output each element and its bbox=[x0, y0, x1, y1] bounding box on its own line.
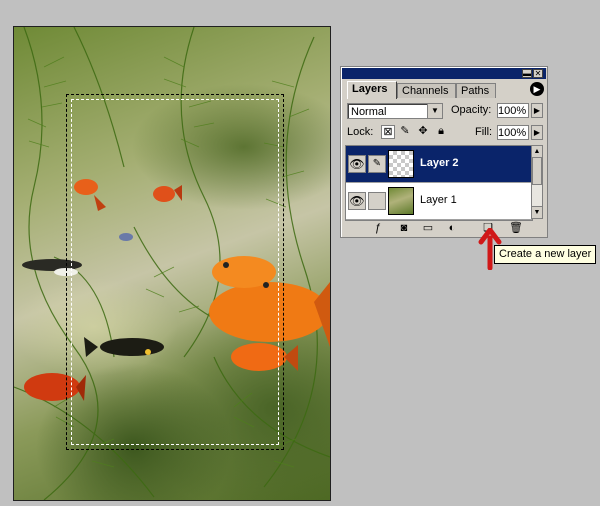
layer-name: Layer 2 bbox=[420, 157, 459, 169]
blend-mode-select[interactable]: Normal ▼ bbox=[347, 103, 443, 119]
close-icon[interactable]: ✕ bbox=[533, 69, 543, 78]
tab-paths[interactable]: Paths bbox=[456, 83, 496, 98]
link-box[interactable] bbox=[368, 192, 386, 210]
lock-image-icon[interactable]: ✎ bbox=[399, 125, 411, 137]
layer-mask-icon[interactable]: ◙ bbox=[397, 221, 411, 235]
trash-icon[interactable]: 🗑︎ bbox=[509, 221, 523, 235]
layers-scrollbar[interactable]: ▲ ▼ bbox=[531, 145, 543, 219]
opacity-label: Opacity: bbox=[451, 104, 492, 116]
layer-thumbnail bbox=[388, 187, 414, 215]
adjustment-layer-icon[interactable]: ◐ bbox=[445, 221, 459, 235]
lock-all-icon[interactable]: 🔒︎ bbox=[435, 125, 447, 137]
scroll-down-icon[interactable]: ▼ bbox=[532, 206, 542, 218]
document-canvas[interactable] bbox=[13, 26, 331, 501]
fill-input[interactable]: 100% bbox=[497, 125, 529, 140]
fill-slider-icon[interactable]: ▶ bbox=[531, 125, 543, 140]
layers-list: 👁︎ ✎ Layer 2 👁︎ Layer 1 bbox=[345, 145, 533, 221]
blend-mode-value: Normal bbox=[351, 106, 387, 118]
lock-fill-row: Lock: ⊠ ✎ ✥ 🔒︎ Fill: 100% ▶ bbox=[345, 125, 543, 141]
brush-icon[interactable]: ✎ bbox=[368, 155, 386, 173]
tooltip: Create a new layer bbox=[494, 245, 597, 264]
palette-tabs: Layers Channels Paths ▶ bbox=[343, 81, 545, 99]
scroll-thumb[interactable] bbox=[532, 157, 542, 185]
marquee-selection bbox=[66, 94, 284, 450]
layer-style-icon[interactable]: ƒ bbox=[371, 221, 385, 235]
new-group-icon[interactable]: ▭ bbox=[421, 221, 435, 235]
palette-bottom-bar: ƒ ◙ ▭ ◐ ❑ 🗑︎ bbox=[345, 221, 543, 235]
eye-icon[interactable]: 👁︎ bbox=[348, 192, 366, 210]
lock-transparency-icon[interactable]: ⊠ bbox=[381, 125, 395, 139]
opacity-slider-icon[interactable]: ▶ bbox=[531, 103, 543, 118]
tab-channels[interactable]: Channels bbox=[397, 83, 456, 98]
opacity-input[interactable]: 100% bbox=[497, 103, 529, 118]
blend-opacity-row: Normal ▼ Opacity: 100% ▶ bbox=[345, 103, 543, 120]
layer-name: Layer 1 bbox=[420, 194, 457, 206]
chevron-down-icon[interactable]: ▼ bbox=[427, 104, 442, 118]
tab-layers[interactable]: Layers bbox=[347, 81, 397, 99]
lock-position-icon[interactable]: ✥ bbox=[417, 125, 429, 137]
fill-label: Fill: bbox=[475, 126, 493, 138]
layer-row[interactable]: 👁︎ Layer 1 bbox=[346, 183, 532, 220]
palette-titlebar[interactable]: ▬ ✕ bbox=[342, 68, 546, 79]
eye-icon[interactable]: 👁︎ bbox=[348, 155, 366, 173]
layer-thumbnail bbox=[388, 150, 414, 178]
palette-menu-icon[interactable]: ▶ bbox=[530, 82, 544, 96]
minimize-icon[interactable]: ▬ bbox=[522, 69, 532, 78]
layer-row[interactable]: 👁︎ ✎ Layer 2 bbox=[346, 146, 532, 183]
layers-palette[interactable]: ▬ ✕ Layers Channels Paths ▶ Normal ▼ Opa… bbox=[340, 66, 548, 238]
lock-label: Lock: bbox=[347, 126, 374, 138]
